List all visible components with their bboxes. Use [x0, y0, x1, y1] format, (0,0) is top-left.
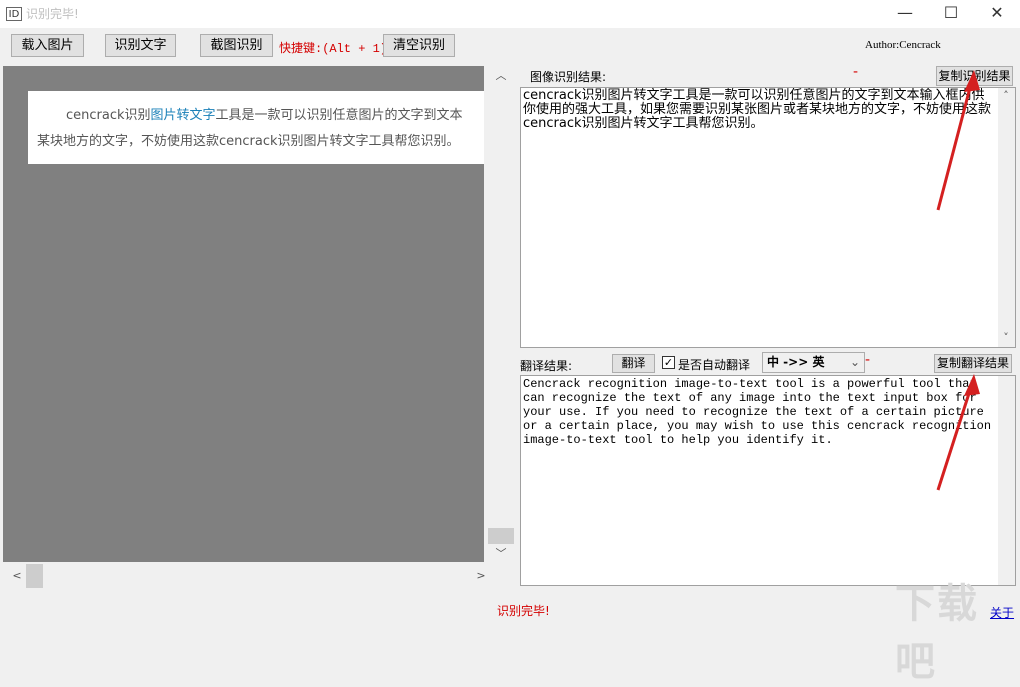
auto-translate-checkbox[interactable]: ✓ [662, 356, 675, 369]
result-dash: - [853, 64, 859, 80]
result-label: 图像识别结果: [530, 70, 607, 84]
status-message: 识别完毕! [497, 604, 550, 618]
language-direction-select[interactable]: 中 ->> 英 ⌄ [762, 352, 865, 373]
app-icon: ID [6, 7, 22, 21]
translate-button[interactable]: 翻译 [612, 354, 655, 373]
recognize-text-button[interactable]: 识别文字 [105, 34, 176, 57]
horizontal-scroll-thumb[interactable] [26, 564, 43, 588]
watermark: 下载吧 [895, 581, 979, 685]
red-arrow-annotation-top [936, 70, 980, 211]
about-link[interactable]: 关于 [990, 604, 1014, 621]
loaded-image: cencrack识别图片转文字工具是一款可以识别任意图片的文字到文本 某块地方的… [28, 91, 484, 164]
shortcut-hint: 快捷键:(Alt + 1) [279, 42, 388, 56]
chevron-up-icon[interactable]: ︿ [493, 68, 509, 84]
author-label: Author:Cencrack [865, 39, 941, 51]
translation-label: 翻译结果: [520, 359, 573, 373]
vertical-scroll-thumb[interactable] [488, 528, 514, 544]
red-arrow-annotation-bottom [936, 374, 980, 491]
load-image-button[interactable]: 载入图片 [11, 34, 84, 57]
title-bar: ID 识别完毕! — ☐ ✕ [0, 0, 1020, 28]
chevron-down-icon: ⌄ [849, 355, 860, 369]
preview-horizontal-scrollbar[interactable]: < > [3, 562, 486, 590]
close-button[interactable]: ✕ [974, 0, 1020, 28]
maximize-button[interactable]: ☐ [928, 0, 974, 28]
auto-translate-label: 是否自动翻译 [678, 358, 751, 372]
preview-vertical-scrollbar[interactable]: ︿ ﹀ [486, 66, 516, 562]
chevron-right-icon[interactable]: > [473, 568, 489, 584]
chevron-down-icon[interactable]: ˅ [998, 330, 1014, 346]
image-preview-panel[interactable]: cencrack识别图片转文字工具是一款可以识别任意图片的文字到文本 某块地方的… [3, 66, 484, 562]
window-title: 识别完毕! [26, 7, 79, 21]
translation-dash: - [865, 352, 871, 368]
clear-button[interactable]: 清空识别 [383, 34, 455, 57]
minimize-button[interactable]: — [882, 0, 928, 28]
preview-text-line-2: 某块地方的文字，不妨使用这款cencrack识别图片转文字工具帮您识别。 [37, 134, 460, 149]
language-direction-value: 中 ->> 英 [767, 355, 825, 369]
preview-text-line-1: cencrack识别图片转文字工具是一款可以识别任意图片的文字到文本 [66, 108, 463, 123]
chevron-left-icon[interactable]: < [9, 568, 25, 584]
chevron-down-icon[interactable]: ﹀ [493, 546, 509, 562]
screenshot-recognize-button[interactable]: 截图识别 [200, 34, 273, 57]
